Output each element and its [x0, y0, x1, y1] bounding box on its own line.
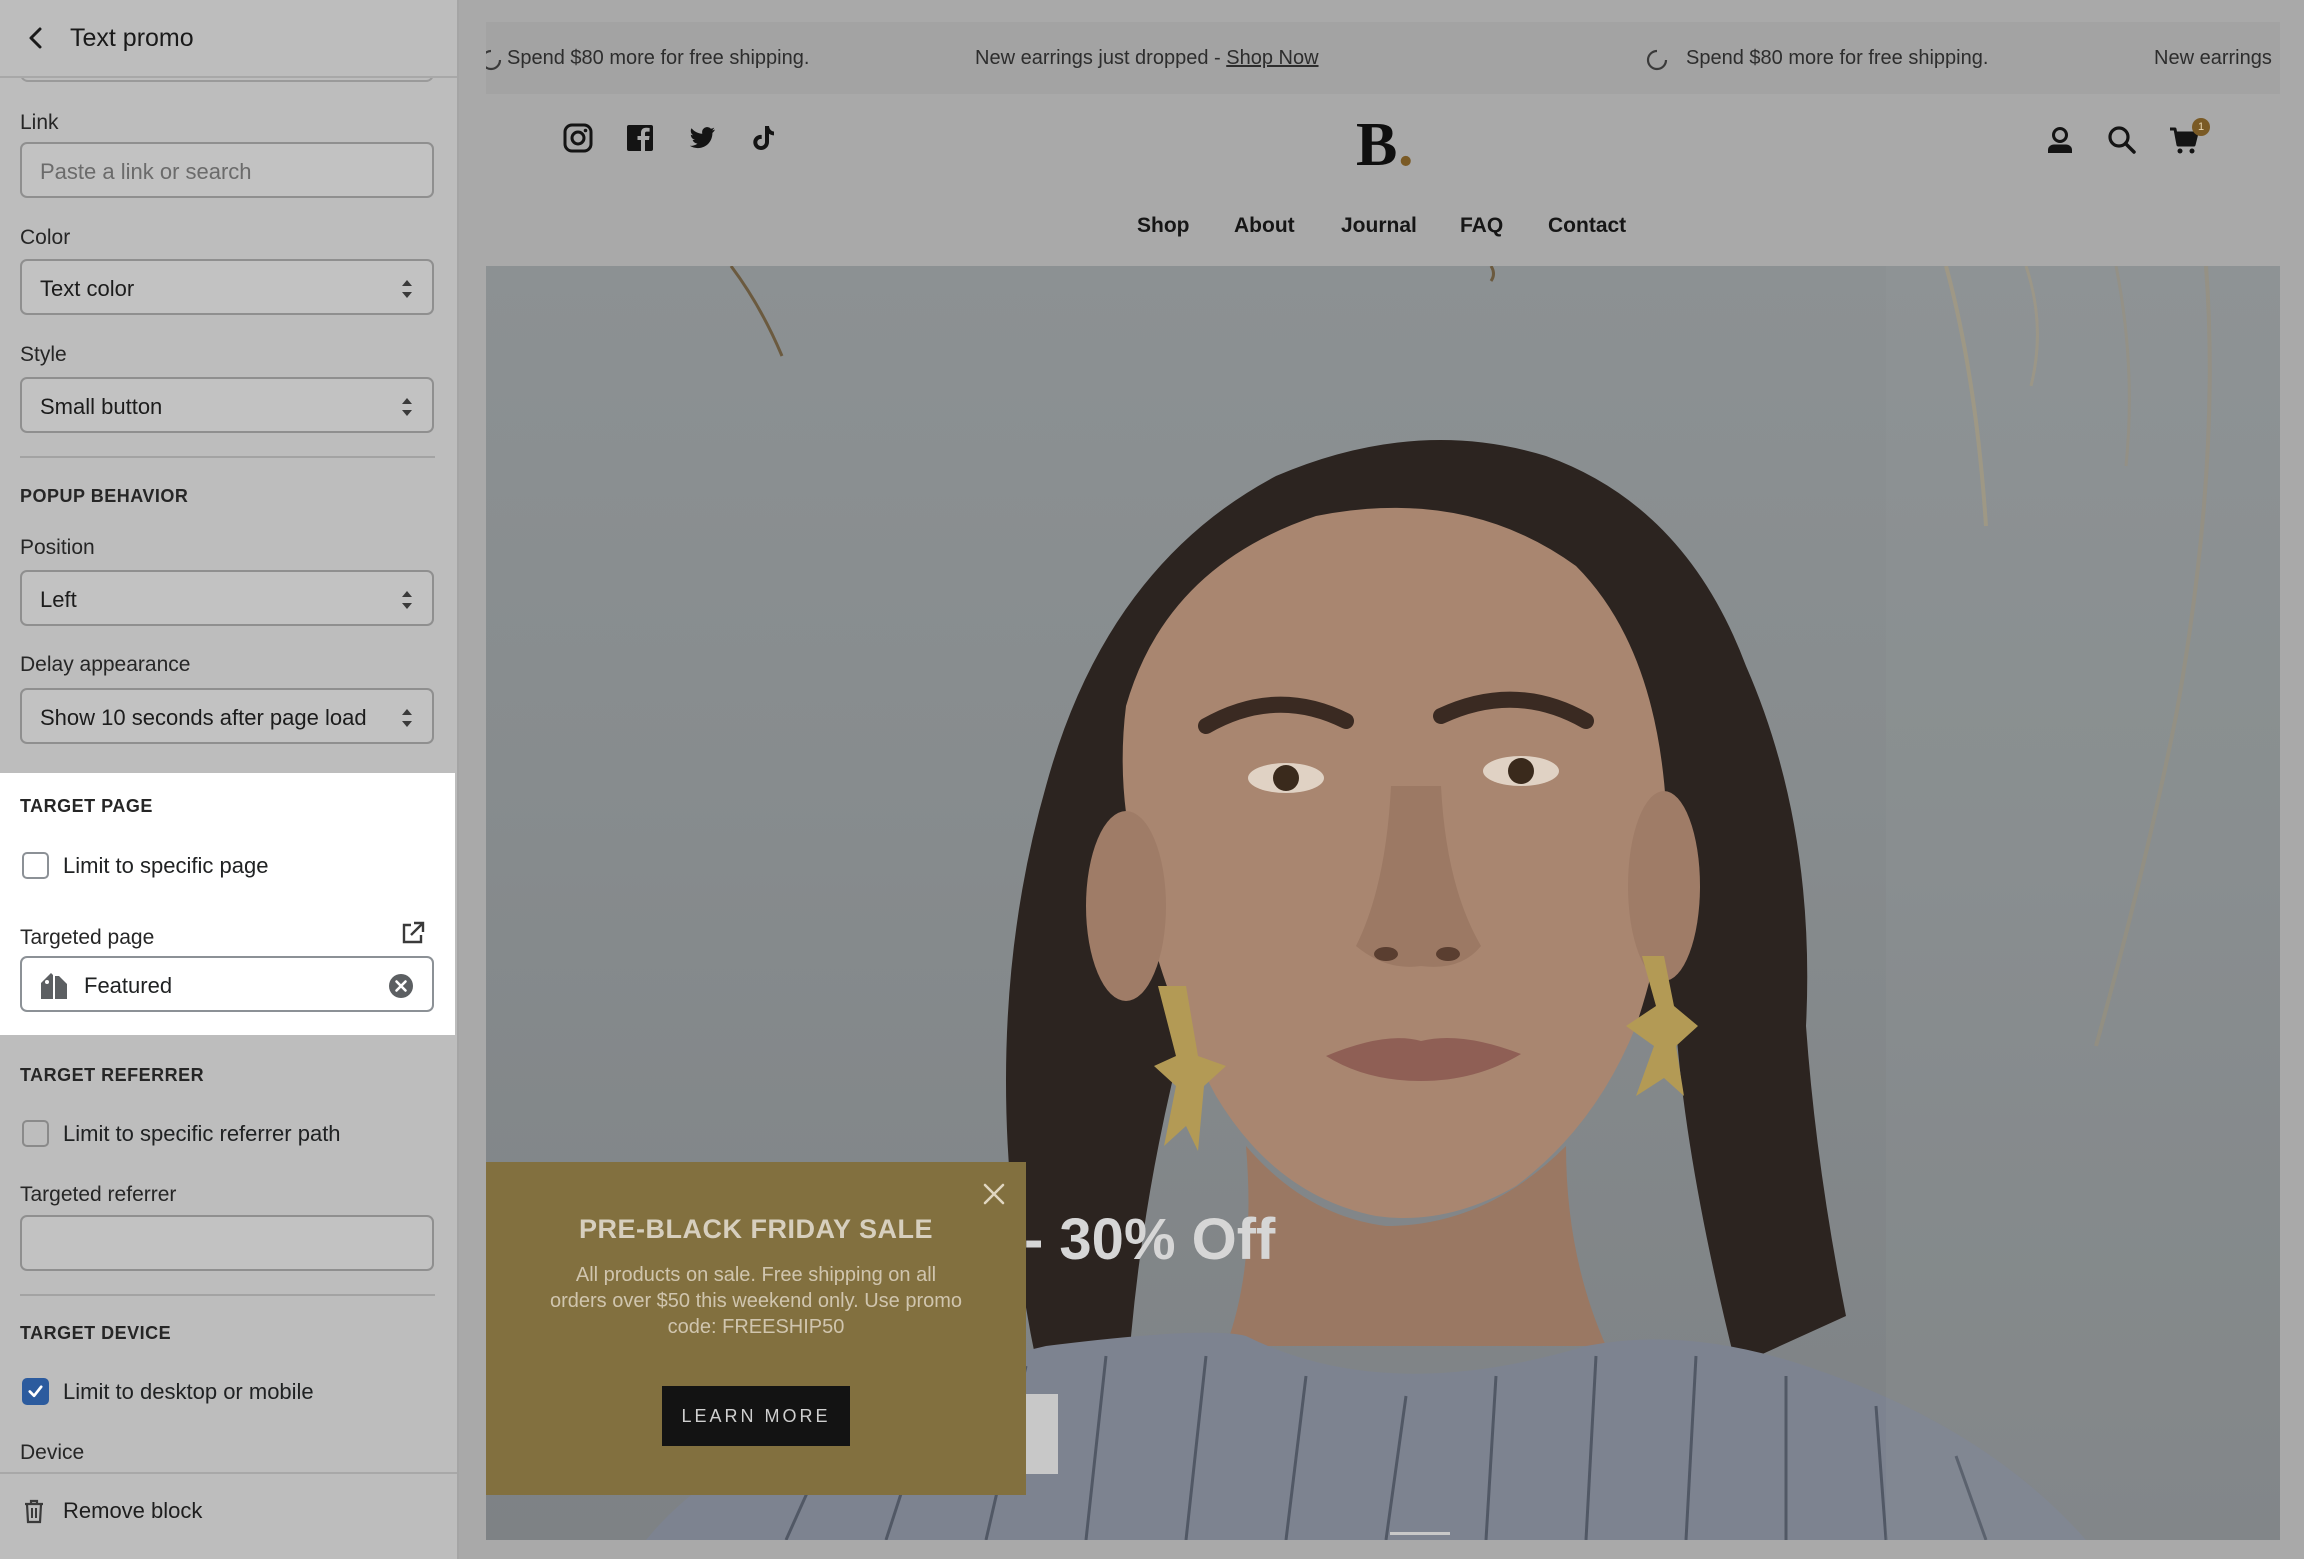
- color-select-value: Text color: [40, 276, 135, 301]
- style-select[interactable]: Small button: [20, 377, 434, 433]
- limit-device-checkbox[interactable]: [22, 1378, 49, 1405]
- select-arrows-icon: [402, 398, 412, 416]
- link-label: Link: [20, 111, 59, 134]
- hero-button-edge[interactable]: [1026, 1394, 1058, 1474]
- account-icon[interactable]: [2044, 124, 2076, 156]
- nav-journal[interactable]: Journal: [1341, 214, 1417, 238]
- popup-body: All products on sale. Free shipping on a…: [549, 1264, 963, 1338]
- announcement-earrings: New earrings: [2154, 47, 2272, 69]
- popup-title: PRE-BLACK FRIDAY SALE: [578, 1214, 934, 1244]
- twitter-icon[interactable]: [686, 122, 718, 154]
- targeted-page-field[interactable]: Featured: [20, 956, 434, 1012]
- announcement-shipping: Spend $80 more for free shipping.: [1686, 47, 1989, 69]
- instagram-icon[interactable]: [562, 122, 594, 154]
- promo-popup: PRE-BLACK FRIDAY SALE All products on sa…: [486, 1162, 1026, 1495]
- targeted-page-value: Featured: [84, 973, 173, 998]
- store-logo-dot: .: [1398, 111, 1414, 179]
- link-input[interactable]: Paste a link or search: [20, 142, 434, 198]
- device-label: Device: [20, 1441, 85, 1464]
- slide-indicator[interactable]: [1390, 1532, 1450, 1535]
- sidebar-title: Text promo: [70, 24, 194, 52]
- delay-label: Delay appearance: [20, 653, 191, 676]
- targeted-referrer-input[interactable]: [20, 1215, 434, 1271]
- sidebar-header: Text promo: [0, 0, 457, 78]
- store-preview: Spend $80 more for free shipping. New ea…: [486, 22, 2280, 1540]
- learn-more-button[interactable]: LEARN MORE: [662, 1386, 850, 1446]
- spinner-icon: [1646, 49, 1668, 71]
- tiktok-icon[interactable]: [748, 122, 780, 154]
- checkmark-icon: [28, 1385, 43, 1398]
- facebook-icon[interactable]: [624, 122, 656, 154]
- hero-headline: - 30% Off: [1024, 1207, 1276, 1272]
- position-select-value: Left: [40, 587, 77, 612]
- targeted-referrer-label: Targeted referrer: [20, 1183, 177, 1206]
- store-header: B . 1 Shop About Journal FAQ Contact: [486, 94, 2280, 266]
- nav-faq[interactable]: FAQ: [1460, 214, 1503, 238]
- position-label: Position: [20, 536, 95, 559]
- select-arrows-icon: [402, 709, 412, 727]
- trash-icon: [25, 1499, 43, 1524]
- remove-block-button[interactable]: Remove block: [0, 1474, 300, 1554]
- announcement-bar: Spend $80 more for free shipping. New ea…: [486, 22, 2280, 94]
- search-icon[interactable]: [2106, 124, 2138, 156]
- editor-sidebar: Text promo Link Paste a link or search C…: [0, 0, 459, 1559]
- close-icon[interactable]: [982, 1182, 1006, 1206]
- store-logo[interactable]: B: [1356, 110, 1397, 181]
- link-placeholder: Paste a link or search: [40, 159, 252, 184]
- nav-about[interactable]: About: [1234, 214, 1295, 238]
- limit-referrer-checkbox[interactable]: [22, 1120, 49, 1147]
- announcement-earrings-text: New earrings just dropped -: [975, 47, 1227, 69]
- limit-device-label[interactable]: Limit to desktop or mobile: [63, 1379, 314, 1405]
- limit-specific-page-checkbox[interactable]: [22, 852, 49, 879]
- color-label: Color: [20, 226, 71, 249]
- targeted-page-label: Targeted page: [20, 926, 155, 949]
- external-link-icon[interactable]: [400, 920, 426, 946]
- target-page-heading: TARGET PAGE: [20, 796, 153, 816]
- section-divider: [20, 456, 435, 458]
- limit-specific-page-label[interactable]: Limit to specific page: [63, 853, 268, 879]
- delay-select[interactable]: Show 10 seconds after page load: [20, 688, 434, 744]
- position-select[interactable]: Left: [20, 570, 434, 626]
- clear-icon[interactable]: [388, 973, 414, 999]
- target-device-heading: TARGET DEVICE: [20, 1323, 172, 1343]
- select-arrows-icon: [402, 591, 412, 609]
- sidebar-footer: Remove block: [0, 1472, 457, 1559]
- shop-now-link[interactable]: Shop Now: [1226, 47, 1318, 69]
- select-arrows-icon: [402, 280, 412, 298]
- limit-referrer-label[interactable]: Limit to specific referrer path: [63, 1121, 341, 1147]
- target-referrer-heading: TARGET REFERRER: [20, 1065, 205, 1085]
- section-divider: [20, 1294, 435, 1296]
- announcement-shipping: Spend $80 more for free shipping.: [507, 47, 810, 69]
- style-select-value: Small button: [40, 394, 163, 419]
- style-label: Style: [20, 343, 67, 366]
- nav-shop[interactable]: Shop: [1137, 214, 1190, 238]
- back-arrow-icon[interactable]: [22, 24, 50, 52]
- page-tag-icon: [41, 973, 67, 999]
- color-select[interactable]: Text color: [20, 259, 434, 315]
- nav-contact[interactable]: Contact: [1548, 214, 1626, 238]
- cart-count-badge: 1: [2192, 118, 2210, 136]
- popup-behavior-heading: POPUP BEHAVIOR: [20, 486, 189, 506]
- remove-block-label: Remove block: [63, 1498, 203, 1523]
- delay-select-value: Show 10 seconds after page load: [40, 705, 367, 730]
- announcement-earrings: New earrings just dropped - Shop Now: [975, 47, 1319, 70]
- spinner-icon: [486, 49, 502, 71]
